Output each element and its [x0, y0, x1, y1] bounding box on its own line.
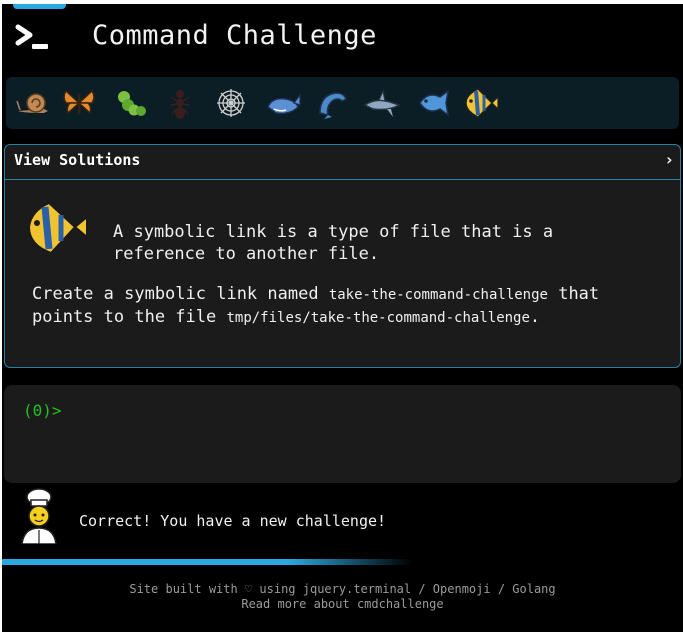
tropical-fish-icon[interactable]: [462, 85, 500, 121]
task-target-path: tmp/files/take-the-command-challenge: [226, 310, 530, 326]
footer-credits: Site built with ♡ using jquery.terminal …: [129, 582, 556, 596]
butterfly-icon[interactable]: [60, 85, 98, 121]
terminal-prompt: (0)>: [23, 401, 62, 420]
solutions-header[interactable]: View Solutions ›: [5, 145, 680, 180]
terminal-prompt-icon: [15, 24, 48, 49]
task-text: .: [529, 307, 541, 327]
chef-icon: [21, 488, 57, 544]
caterpillar-icon[interactable]: [112, 85, 150, 121]
app-window: Command Challenge View Solutions › A sym…: [2, 4, 683, 632]
whale-icon[interactable]: [264, 85, 302, 121]
task-link-name: take-the-command-challenge: [328, 287, 548, 303]
dolphin-icon[interactable]: [314, 85, 352, 121]
fish-icon[interactable]: [414, 85, 452, 121]
ant-icon[interactable]: [161, 85, 199, 121]
solutions-title: View Solutions: [14, 151, 141, 169]
header: Command Challenge: [2, 4, 683, 72]
level-selector: [6, 77, 679, 129]
task-text: Create a symbolic link named: [32, 284, 329, 304]
tropical-fish-icon: [27, 201, 88, 255]
page-title: Command Challenge: [92, 20, 377, 51]
footer: Site built with ♡ using jquery.terminal …: [2, 582, 683, 612]
snail-icon[interactable]: [14, 85, 52, 121]
challenge-description: A symbolic link is a type of file that i…: [113, 222, 554, 264]
progress-bar: [2, 559, 412, 565]
chevron-right-icon[interactable]: ›: [664, 150, 674, 169]
terminal[interactable]: (0)>: [4, 385, 681, 483]
header-accent-tab: [13, 4, 66, 9]
spider-web-icon[interactable]: [212, 85, 250, 121]
footer-read-more-link[interactable]: Read more about cmdchallenge: [2, 597, 683, 612]
solutions-panel: View Solutions › A symbolic link is a ty…: [4, 144, 681, 368]
status-message: Correct! You have a new challenge!: [79, 512, 387, 530]
challenge-task: Create a symbolic link named take-the-co…: [32, 283, 662, 329]
shark-icon[interactable]: [363, 85, 401, 121]
